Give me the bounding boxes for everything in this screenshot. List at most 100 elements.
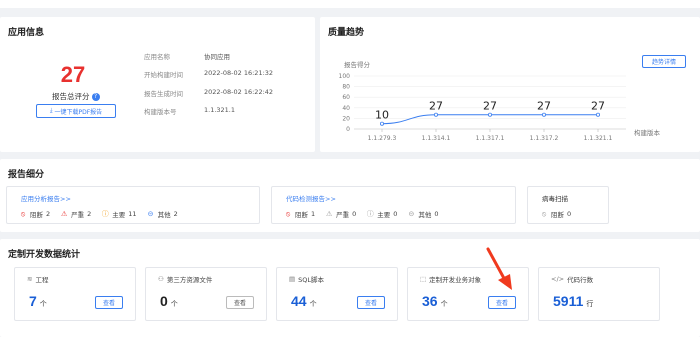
app-analysis-link[interactable]: 应用分析报告>> (21, 193, 71, 203)
stat-major-label: 主要 (377, 211, 391, 219)
stat-card-number: 36 个 (422, 293, 448, 309)
stat-major-label: 主要 (112, 211, 126, 219)
stat-card-label: SQL脚本 (298, 276, 325, 284)
alert-icon: ⓘ (101, 210, 109, 218)
x-tick-label: 1.1.317.2 (530, 135, 559, 142)
stat-block-label: 阻断 (295, 211, 308, 219)
view-button[interactable]: 查看 (95, 296, 123, 309)
help-icon[interactable]: ? (91, 92, 100, 101)
info-label-build-start: 开始构建时间 (144, 71, 183, 79)
stat-block-label: 阻断 (551, 211, 564, 219)
quality-trend-chart: 报告得分 构建版本 0 20 40 60 80 100 1.1.279.3 1.1.314.… (339, 60, 661, 142)
stat-other-value: 2 (173, 210, 178, 218)
quality-trend-card: 质量趋势 趋势详情 报告得分 构建版本 0 20 40 60 80 100 1.1.279… (320, 17, 700, 152)
view-button[interactable]: 查看 (357, 296, 385, 309)
download-pdf-button[interactable]: ⤓ 一键下载PDF报告 (36, 104, 116, 118)
stat-card-value: 5911 (553, 293, 584, 309)
stat-card-code-lines: </> 代码行数 5911 行 (538, 267, 660, 321)
data-point (434, 112, 439, 117)
info-label-report-time: 报告生成时间 (144, 90, 183, 98)
info-value-build-start: 2022-08-02 16:21:32 (204, 69, 274, 77)
view-button[interactable]: 查看 (488, 296, 516, 309)
stat-card-head: ▤ SQL脚本 (289, 274, 324, 284)
stat-card-head: </> 代码行数 (551, 274, 593, 284)
app-analysis-stats: ⦸ 阻断 2 ⚠ 严重 2 ⓘ 主要 11 ⊝ 其他 2 (19, 209, 178, 219)
stat-other: ⊝ 其他 0 (407, 209, 438, 219)
stat-card-value: 44 (291, 293, 307, 309)
stat-major: ⓘ 主要 0 (366, 209, 398, 219)
stat-card-unit: 个 (440, 301, 448, 308)
stat-card-unit: 个 (170, 301, 178, 308)
stat-card-third-party: ⚇ 第三方资源文件 0个 查看 (145, 267, 267, 321)
stat-card-sql: ▤ SQL脚本 44 个 查看 (276, 267, 398, 321)
stat-block: ⦸ 阻断 0 (540, 209, 571, 219)
y-tick-label: 60 (342, 94, 350, 101)
score-label: 报告总评分 (52, 92, 90, 101)
y-tick-label: 80 (342, 84, 350, 91)
stat-block-value: 0 (567, 210, 572, 218)
data-point (380, 121, 385, 126)
info-value-app-name: 协同应用 (204, 53, 230, 61)
stat-card-head: ⬚ 定制开发业务对象 (420, 274, 481, 284)
stat-card-label: 代码行数 (567, 276, 594, 284)
data-label: 27 (429, 100, 443, 113)
stat-card-label: 工程 (35, 276, 49, 284)
stat-card-number: 44 个 (291, 293, 317, 309)
stat-other-value: 0 (434, 210, 439, 218)
stat-severe-value: 2 (87, 210, 92, 218)
stat-severe: ⚠ 严重 2 (60, 209, 91, 219)
top-strip (0, 0, 700, 8)
data-point (595, 112, 600, 117)
data-label: 27 (537, 100, 551, 113)
data-point (541, 112, 546, 117)
stat-card-value: 7 (29, 293, 37, 309)
stat-card-value: 36 (422, 293, 438, 309)
report-score: 27 (60, 62, 86, 87)
stat-card-value: 0 (160, 293, 168, 309)
document-icon: ▤ (289, 275, 296, 283)
stat-card-head: ⚇ 第三方资源文件 (158, 274, 212, 284)
stat-block-value: 1 (311, 210, 316, 218)
users-icon: ⚇ (158, 275, 164, 283)
view-button[interactable]: 查看 (226, 296, 254, 309)
stat-severe-label: 严重 (336, 211, 350, 219)
stat-severe: ⚠ 严重 0 (325, 209, 356, 219)
y-tick-label: 0 (346, 126, 350, 133)
block-icon: ⦸ (20, 210, 26, 218)
x-tick-label: 1.1.321.1 (584, 135, 613, 142)
chart-x-label: 构建版本 (634, 128, 661, 137)
stat-other-label: 其他 (418, 211, 432, 219)
more-icon: ⊝ (408, 210, 415, 218)
stat-severe-value: 0 (352, 210, 357, 218)
virus-scan-title: 病毒扫描 (542, 195, 568, 203)
app-info-card: 应用信息 27 报告总评分 ? ⤓ 一键下载PDF报告 应用名称 协同应用 开始… (0, 17, 315, 152)
virus-scan-stats: ⦸ 阻断 0 (540, 209, 571, 219)
warning-icon: ⚠ (326, 210, 333, 218)
info-label-build-version: 构建版本号 (144, 108, 177, 116)
more-icon: ⊝ (147, 210, 154, 218)
stat-card-number: 7个 (29, 293, 47, 309)
warning-icon: ⚠ (61, 210, 68, 218)
stat-card-unit: 行 (586, 301, 594, 308)
y-tick-label: 20 (342, 115, 350, 122)
stat-card-head: ≋ 工程 (27, 274, 48, 284)
app-analysis-box: 应用分析报告>> ⦸ 阻断 2 ⚠ 严重 2 ⓘ 主要 11 ⊝ 其他 2 (6, 186, 260, 224)
stat-block: ⦸ 阻断 2 (19, 209, 50, 219)
stat-card-label: 第三方资源文件 (166, 276, 213, 284)
stat-major-value: 0 (393, 210, 398, 218)
stat-block-value: 2 (46, 210, 51, 218)
stat-other-label: 其他 (157, 211, 171, 219)
download-icon: ⤓ (49, 107, 53, 114)
code-check-link[interactable]: 代码检测报告>> (286, 193, 336, 203)
app-info-title: 应用信息 (8, 28, 45, 38)
report-detail-card: 报告细分 应用分析报告>> ⦸ 阻断 2 ⚠ 严重 2 ⓘ 主要 11 ⊝ 其他 2 代码检测报… (0, 159, 700, 232)
stat-major: ⓘ 主要 11 (101, 209, 137, 219)
stat-block: ⦸ 阻断 1 (284, 209, 315, 219)
x-tick-label: 1.1.317.1 (476, 135, 505, 142)
stat-card-project: ≋ 工程 7个 查看 (14, 267, 136, 321)
stat-block-label: 阻断 (30, 211, 43, 219)
virus-scan-box: 病毒扫描 ⦸ 阻断 0 (527, 186, 609, 224)
data-label: 27 (483, 100, 497, 113)
stat-card-label: 定制开发业务对象 (429, 276, 482, 284)
stat-other: ⊝ 其他 2 (147, 209, 178, 219)
